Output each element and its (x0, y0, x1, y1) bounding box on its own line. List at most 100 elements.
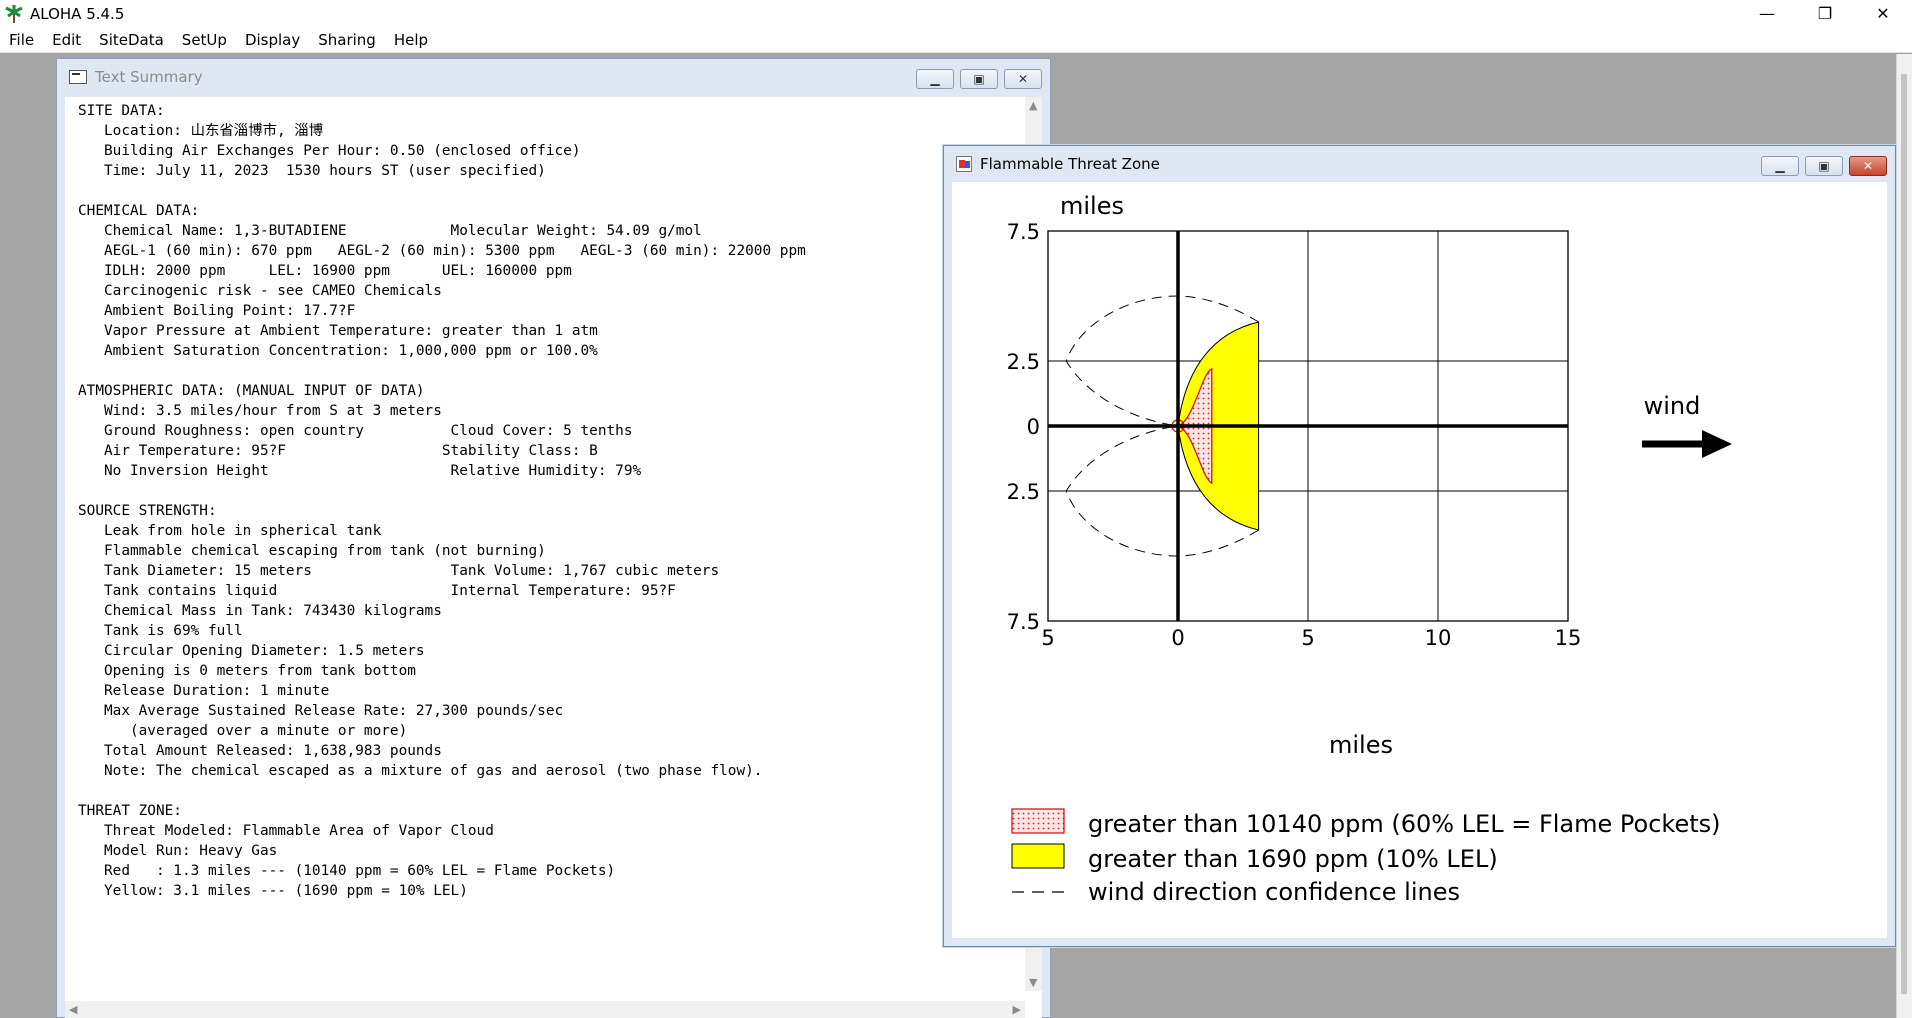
threat-zone-close-button[interactable]: ✕ (1849, 156, 1887, 176)
legend-swatch-yellow (1011, 843, 1065, 869)
summary-line: SOURCE STRENGTH: (78, 503, 217, 519)
text-summary-maximize-button[interactable]: ▣ (960, 69, 998, 89)
wind-label: wind (1644, 392, 1701, 420)
summary-line: Location: 山东省淄博市, 淄博 (78, 123, 324, 139)
threat-zone-titlebar[interactable]: Flammable Threat Zone (944, 146, 1895, 182)
x-tick-label: 15 (1555, 626, 1582, 650)
summary-line (78, 361, 1025, 381)
summary-line: AEGL-1 (60 min): 670 ppm AEGL-2 (60 min)… (78, 243, 806, 259)
summary-line: Chemical Name: 1,3-BUTADIENE Molecular W… (78, 223, 702, 239)
y-tick-label: 7.5 (1007, 610, 1040, 634)
text-summary-title: Text Summary (95, 68, 203, 86)
summary-line: Wind: 3.5 miles/hour from S at 3 meters (78, 403, 442, 419)
scroll-right-icon[interactable]: ▶ (1013, 1003, 1021, 1016)
scroll-left-icon[interactable]: ◀ (69, 1003, 77, 1016)
restore-button[interactable]: ❐ (1796, 0, 1854, 27)
x-tick-label: 0 (1171, 626, 1184, 650)
text-summary-content: SITE DATA: Location: 山东省淄博市, 淄博 Building… (65, 97, 1042, 1018)
menu-display[interactable]: Display (236, 27, 309, 53)
app-titlebar: ALOHA 5.4.5 — ❐ ✕ (0, 0, 1912, 27)
menu-file[interactable]: File (0, 27, 43, 53)
menu-help[interactable]: Help (385, 27, 437, 53)
summary-line: Threat Modeled: Flammable Area of Vapor … (78, 823, 494, 839)
aloha-logo-icon (4, 4, 24, 24)
summary-line: Chemical Mass in Tank: 743430 kilograms (78, 603, 442, 619)
wind-indicator: wind (1642, 392, 1732, 458)
summary-line: Ambient Boiling Point: 17.7?F (78, 303, 356, 319)
threat-zone-plot: 7.52.502.57.55 0 5 10 15 miles miles wind gr… (1007, 192, 1732, 906)
legend-label: greater than 10140 ppm (60% LEL = Flame … (1088, 810, 1720, 838)
menu-setup[interactable]: SetUp (173, 27, 236, 53)
summary-line: Note: The chemical escaped as a mixture … (78, 763, 763, 779)
summary-line: ATMOSPHERIC DATA: (MANUAL INPUT OF DATA) (78, 383, 425, 399)
scroll-down-icon[interactable]: ▼ (1029, 976, 1037, 989)
y-tick-label: 2.5 (1007, 350, 1040, 374)
y-tick-label: 2.5 (1007, 480, 1040, 504)
summary-line: Building Air Exchanges Per Hour: 0.50 (e… (78, 143, 581, 159)
document-icon (69, 70, 87, 84)
summary-line: Tank is 69% full (78, 623, 243, 639)
summary-line: Circular Opening Diameter: 1.5 meters (78, 643, 425, 659)
scroll-up-icon[interactable]: ▲ (1029, 99, 1037, 112)
menu-edit[interactable]: Edit (43, 27, 90, 53)
summary-line: Air Temperature: 95?F Stability Class: B (78, 443, 598, 459)
threat-zone-content: 7.5 2.5 0 2.5 7.5 5 0 5 10 15 miles miles wind gr… (952, 182, 1887, 938)
summary-line: Model Run: Heavy Gas (78, 843, 278, 859)
minimize-button[interactable]: — (1738, 0, 1796, 27)
summary-line: Ground Roughness: open country Cloud Cov… (78, 423, 633, 439)
menu-sharing[interactable]: Sharing (309, 27, 385, 53)
summary-line (78, 781, 1025, 801)
text-summary-minimize-button[interactable]: ▁ (916, 69, 954, 89)
legend-swatch-red (1011, 808, 1065, 834)
menu-bar: File Edit SiteData SetUp Display Sharing… (0, 27, 1912, 53)
summary-line: Opening is 0 meters from tank bottom (78, 663, 416, 679)
x-tick-label: 5 (1041, 626, 1054, 650)
summary-line: Time: July 11, 2023 1530 hours ST (user … (78, 163, 546, 179)
text-summary-hscrollbar[interactable]: ◀ ▶ (65, 1001, 1025, 1018)
summary-line: Carcinogenic risk - see CAMEO Chemicals (78, 283, 442, 299)
summary-line: Total Amount Released: 1,638,983 pounds (78, 743, 442, 759)
workspace-scroll-thumb[interactable] (1901, 74, 1907, 994)
summary-line: CHEMICAL DATA: (78, 203, 200, 219)
y-tick-label: 7.5 (1007, 220, 1040, 244)
threat-zone-maximize-button[interactable]: ▣ (1805, 156, 1843, 176)
text-summary-close-button[interactable]: ✕ (1004, 69, 1042, 89)
summary-line: (averaged over a minute or more) (78, 723, 408, 739)
x-axis-label: miles (1329, 731, 1393, 759)
summary-line: SITE DATA: (78, 103, 165, 119)
threat-zone-window: Flammable Threat Zone ▁ ▣ ✕ 7.5 2.5 0 2.5 7.… (943, 145, 1896, 947)
summary-line: Release Duration: 1 minute (78, 683, 330, 699)
wind-arrow-head (1702, 430, 1732, 458)
menu-sitedata[interactable]: SiteData (90, 27, 173, 53)
summary-line: Vapor Pressure at Ambient Temperature: g… (78, 323, 598, 339)
legend: greater than 10140 ppm (60% LEL = Flame … (1011, 808, 1720, 906)
x-tick-label: 5 (1301, 626, 1314, 650)
summary-line: Ambient Saturation Concentration: 1,000,… (78, 343, 598, 359)
summary-line (78, 481, 1025, 501)
summary-line: Flammable chemical escaping from tank (n… (78, 543, 546, 559)
threat-zone-title: Flammable Threat Zone (980, 155, 1160, 173)
summary-line: Max Average Sustained Release Rate: 27,3… (78, 703, 564, 719)
summary-line: Yellow: 3.1 miles --- (1690 ppm = 10% LE… (78, 883, 468, 899)
summary-line: Leak from hole in spherical tank (78, 523, 382, 539)
text-summary-window: Text Summary ▁ ▣ ✕ SITE DATA: Location: … (56, 58, 1051, 1018)
close-button[interactable]: ✕ (1854, 0, 1912, 27)
summary-line: IDLH: 2000 ppm LEL: 16900 ppm UEL: 16000… (78, 263, 572, 279)
threat-zone-minimize-button[interactable]: ▁ (1761, 156, 1799, 176)
legend-label: greater than 1690 ppm (10% LEL) (1088, 845, 1498, 873)
threat-zone-icon (956, 156, 972, 172)
workspace-scrollbar[interactable] (1896, 54, 1912, 1018)
legend-label: wind direction confidence lines (1088, 878, 1460, 906)
summary-line: THREAT ZONE: (78, 803, 182, 819)
summary-line (78, 181, 1025, 201)
summary-line: No Inversion Height Relative Humidity: 7… (78, 463, 642, 479)
summary-line: Tank Diameter: 15 meters Tank Volume: 1,… (78, 563, 720, 579)
summary-line: Tank contains liquid Internal Temperatur… (78, 583, 676, 599)
summary-line: Red : 1.3 miles --- (10140 ppm = 60% LEL… (78, 863, 616, 879)
y-axis-label: miles (1060, 192, 1124, 220)
x-tick-label: 10 (1425, 626, 1452, 650)
y-tick-label: 0 (1027, 415, 1040, 439)
text-summary-titlebar[interactable]: Text Summary (57, 59, 1050, 95)
app-title: ALOHA 5.4.5 (30, 4, 125, 23)
text-summary-body: SITE DATA: Location: 山东省淄博市, 淄博 Building… (65, 97, 1025, 991)
